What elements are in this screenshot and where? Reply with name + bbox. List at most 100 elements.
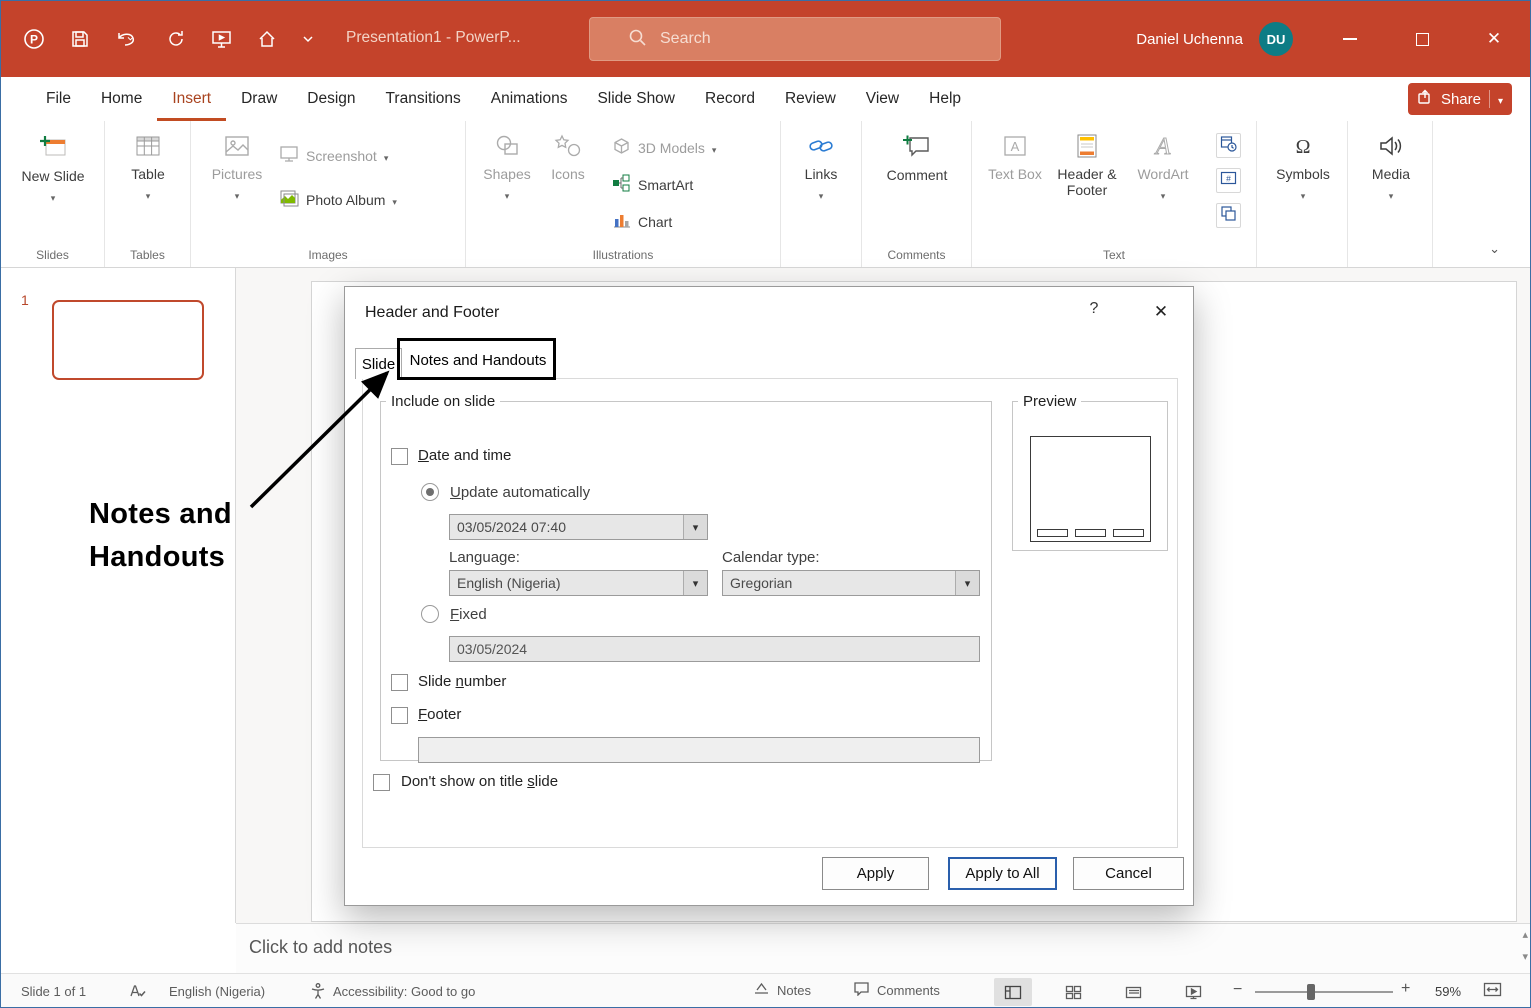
slide-number-checkbox[interactable] [391,674,408,691]
apply-to-all-button[interactable]: Apply to All [948,857,1057,890]
undo-icon[interactable] [115,29,141,49]
comment-button[interactable]: Comment [882,133,952,183]
tab-insert[interactable]: Insert [157,77,226,121]
group-text: A Text Box Header & Footer A WordArt # T… [972,121,1257,267]
tab-file[interactable]: File [31,77,86,121]
fit-slide-to-window-icon[interactable] [1483,981,1502,1001]
3d-models-chevron-icon [712,140,717,156]
accessibility-status[interactable]: Accessibility: Good to go [333,984,475,999]
symbols-button[interactable]: Ω Symbols [1273,133,1333,202]
fixed-label: Fixed [450,606,487,623]
save-icon[interactable] [70,29,90,49]
screenshot-button[interactable]: Screenshot [279,145,388,166]
language-indicator[interactable]: English (Nigeria) [169,984,265,999]
tab-notes-and-handouts[interactable]: Notes and Handouts [403,342,553,378]
share-button[interactable]: Share [1408,83,1512,115]
zoom-level[interactable]: 59% [1435,984,1461,999]
insert-object-button[interactable] [1216,203,1241,228]
tab-design[interactable]: Design [292,77,370,121]
shapes-button[interactable]: Shapes [478,133,536,202]
dialog-help-button[interactable]: ? [1081,300,1107,326]
customize-toolbar-chevron-icon[interactable] [302,35,314,43]
preview-group: Preview [1012,393,1168,551]
zoom-slider[interactable] [1255,991,1393,993]
datetime-dropdown-icon[interactable] [683,515,707,539]
tab-review[interactable]: Review [770,77,851,121]
zoom-out-button[interactable] [1233,981,1242,999]
spell-check-icon[interactable] [128,982,146,1003]
symbols-chevron-icon [1301,186,1306,202]
minimize-button[interactable] [1314,1,1386,77]
tab-help[interactable]: Help [914,77,976,121]
slide-thumbnail-panel: 1 [1,268,236,923]
zoom-in-button[interactable] [1401,980,1410,998]
collapse-ribbon-icon[interactable] [1489,241,1500,257]
footer-textbox[interactable] [418,737,980,763]
update-automatically-radio[interactable] [421,483,439,501]
tab-slide-show[interactable]: Slide Show [582,77,690,121]
accessibility-icon[interactable] [309,982,327,1003]
scroll-down-icon[interactable] [1522,950,1528,963]
comment-icon [902,133,932,163]
slide-indicator[interactable]: Slide 1 of 1 [21,984,86,999]
notes-pane[interactable]: Click to add notes [236,923,1531,973]
cancel-button[interactable]: Cancel [1073,857,1184,890]
dont-show-title-checkbox[interactable] [373,774,390,791]
maximize-button[interactable] [1386,1,1458,77]
svg-text:#: # [1226,173,1231,183]
datetime-combobox[interactable]: 03/05/2024 07:40 [449,514,708,540]
media-button[interactable]: Media [1362,133,1420,202]
notes-placeholder[interactable]: Click to add notes [249,937,392,958]
3d-models-button[interactable]: 3D Models [612,137,716,159]
avatar[interactable]: DU [1259,22,1293,56]
redo-icon[interactable] [166,29,186,49]
tab-transitions[interactable]: Transitions [371,77,476,121]
slide-thumbnail[interactable] [52,300,204,380]
calendar-dropdown-icon[interactable] [955,571,979,595]
date-time-checkbox[interactable] [391,448,408,465]
search-box[interactable]: Search [589,17,1001,61]
comments-toggle-button[interactable]: Comments [853,981,940,999]
reading-view-button[interactable] [1114,978,1152,1006]
close-button[interactable] [1458,1,1530,77]
zoom-slider-thumb[interactable] [1307,984,1315,1000]
date-time-button[interactable] [1216,133,1241,158]
pictures-chevron-icon [235,186,240,202]
text-box-button[interactable]: A Text Box [986,133,1044,182]
home-icon[interactable] [257,29,277,49]
tab-draw[interactable]: Draw [226,77,292,121]
language-combobox[interactable]: English (Nigeria) [449,570,708,596]
language-dropdown-icon[interactable] [683,571,707,595]
insert-slide-number-button[interactable]: # [1216,168,1241,193]
dialog-close-button[interactable] [1145,298,1177,326]
header-footer-icon [1074,133,1100,162]
notes-toggle-button[interactable]: Notes [753,981,811,999]
pictures-button[interactable]: Pictures [206,133,268,202]
chart-button[interactable]: Chart [612,211,672,232]
smartart-button[interactable]: SmartArt [612,174,693,195]
start-slideshow-icon[interactable] [211,29,232,49]
tab-record[interactable]: Record [690,77,770,121]
footer-checkbox[interactable] [391,707,408,724]
slideshow-view-button[interactable] [1174,978,1212,1006]
tab-slide-dialog[interactable]: Slide [355,348,402,379]
slide-sorter-view-button[interactable] [1054,978,1092,1006]
object-icon [1220,205,1237,227]
links-button[interactable]: Links [793,133,849,202]
new-slide-button[interactable]: New Slide [16,133,90,204]
fixed-radio[interactable] [421,605,439,623]
table-button[interactable]: Table [118,133,178,202]
normal-view-button[interactable] [994,978,1032,1006]
header-footer-button[interactable]: Header & Footer [1054,133,1120,198]
calendar-combobox[interactable]: Gregorian [722,570,980,596]
apply-button[interactable]: Apply [822,857,929,890]
wordart-button[interactable]: A WordArt [1130,133,1196,202]
tab-home[interactable]: Home [86,77,157,121]
fixed-date-textbox[interactable]: 03/05/2024 [449,636,980,662]
group-images: Pictures Screenshot Photo Album Images [191,121,466,267]
icons-button[interactable]: Icons [542,133,594,182]
scroll-up-icon[interactable] [1522,928,1528,941]
tab-animations[interactable]: Animations [476,77,583,121]
photo-album-button[interactable]: Photo Album [279,189,397,210]
tab-view[interactable]: View [851,77,914,121]
